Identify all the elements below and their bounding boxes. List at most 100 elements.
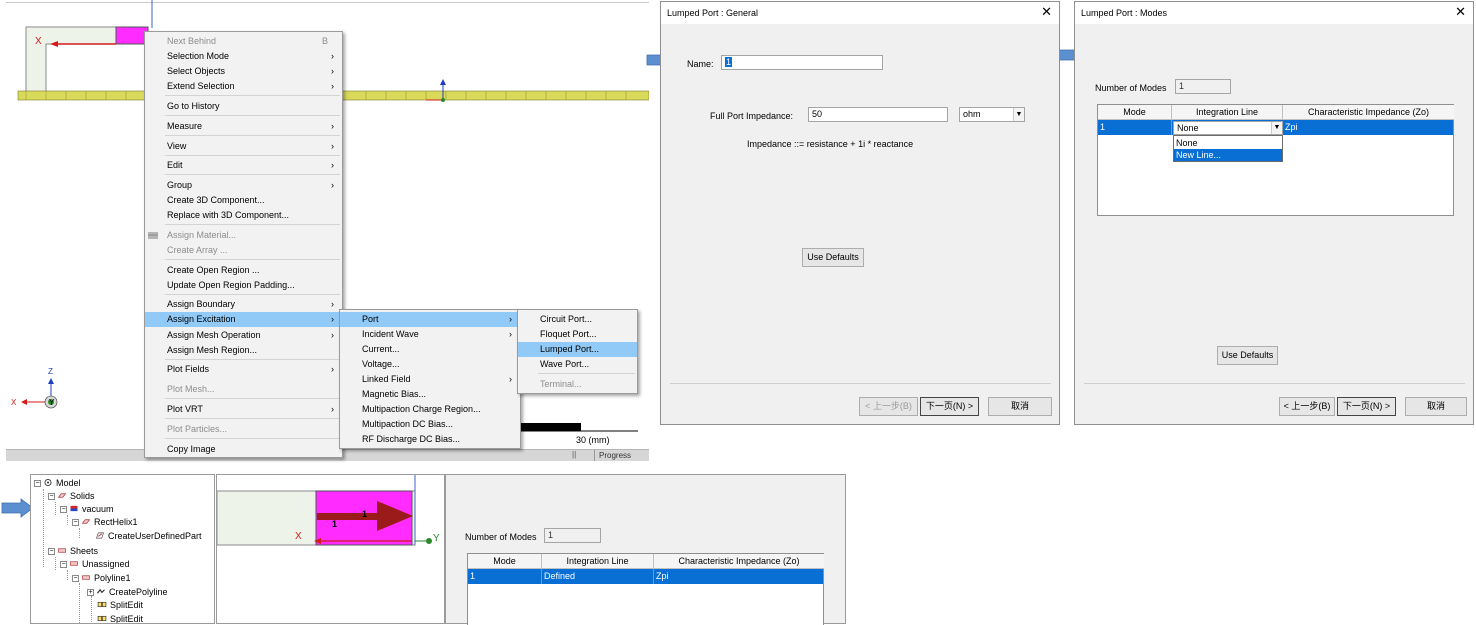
material-icon	[148, 232, 158, 239]
column-header-impedance[interactable]: Characteristic Impedance (Zo)	[1283, 105, 1454, 120]
menu-item-plot-fields[interactable]: Plot Fields ›	[145, 362, 342, 377]
submenu-arrow-icon: ›	[331, 51, 334, 61]
menu-item-create-array[interactable]: Create Array ...	[145, 243, 342, 258]
submenu-arrow-icon: ›	[509, 329, 512, 339]
menu-item-update-open-region-padding[interactable]: Update Open Region Padding...	[145, 278, 342, 293]
menu-item-assign-boundary[interactable]: Assign Boundary ›	[145, 297, 342, 312]
column-header-impedance[interactable]: Characteristic Impedance (Zo)	[654, 554, 824, 569]
menu-item-rf-discharge-dc-bias[interactable]: RF Discharge DC Bias...	[340, 432, 520, 447]
dropdown-arrow-icon[interactable]: ▼	[1013, 108, 1024, 121]
menu-item-current[interactable]: Current...	[340, 342, 520, 357]
use-defaults-button[interactable]: Use Defaults	[1217, 346, 1278, 365]
menu-item-multipaction-dc-bias[interactable]: Multipaction DC Bias...	[340, 417, 520, 432]
menu-item-create-open-region[interactable]: Create Open Region ...	[145, 263, 342, 278]
close-icon[interactable]: ✕	[1455, 5, 1466, 19]
menu-item-selection-mode[interactable]: Selection Mode ›	[145, 49, 342, 64]
menu-item-next-behind[interactable]: Next Behind B	[145, 34, 342, 49]
next-button[interactable]: 下一页(N) >	[1337, 397, 1396, 416]
close-icon[interactable]: ✕	[1041, 5, 1052, 19]
menu-item-floquet-port[interactable]: Floquet Port...	[518, 327, 637, 342]
menu-item-select-objects[interactable]: Select Objects ›	[145, 64, 342, 79]
column-header-integration-line[interactable]: Integration Line	[1172, 105, 1283, 120]
cancel-button[interactable]: 取消	[1405, 397, 1467, 416]
port-zoom-view[interactable]: 1 1 X Y	[216, 474, 445, 624]
menu-item-incident-wave[interactable]: Incident Wave ›	[340, 327, 520, 342]
menu-item-assign-mesh-region[interactable]: Assign Mesh Region...	[145, 343, 342, 358]
menu-item-view[interactable]: View ›	[145, 139, 342, 154]
menu-item-lumped-port[interactable]: Lumped Port...	[518, 342, 637, 357]
lumped-port-modes-dialog: Lumped Port : Modes ✕ Number of Modes 1 …	[1074, 1, 1474, 425]
menu-item-measure[interactable]: Measure ›	[145, 119, 342, 134]
tree-node-model[interactable]: − Model	[34, 477, 81, 490]
num-modes-input[interactable]: 1	[544, 528, 601, 543]
column-header-mode[interactable]: Mode	[1098, 105, 1172, 120]
menu-item-magnetic-bias[interactable]: Magnetic Bias...	[340, 387, 520, 402]
column-header-mode[interactable]: Mode	[468, 554, 542, 569]
lumped-port-general-dialog: Lumped Port : General ✕ Name: 1 Full Por…	[660, 1, 1060, 425]
zoom-port-label-left: 1	[332, 519, 337, 529]
menu-item-plot-vrt[interactable]: Plot VRT ›	[145, 402, 342, 417]
menu-item-go-to-history[interactable]: Go to History	[145, 99, 342, 114]
menu-item-wave-port[interactable]: Wave Port...	[518, 357, 637, 372]
menu-item-linked-field[interactable]: Linked Field ›	[340, 372, 520, 387]
tree-node-polyline1[interactable]: − Polyline1	[72, 572, 131, 585]
tree-node-createuserdefinedpart[interactable]: CreateUserDefinedPart	[95, 530, 202, 543]
menu-separator	[165, 95, 340, 96]
menu-item-create-3d-component[interactable]: Create 3D Component...	[145, 193, 342, 208]
menu-item-group[interactable]: Group ›	[145, 178, 342, 193]
menu-item-port[interactable]: Port ›	[340, 312, 520, 327]
menu-separator	[538, 373, 635, 374]
tree-node-createpolyline[interactable]: + CreatePolyline	[87, 586, 168, 599]
back-button[interactable]: < 上一步(B)	[859, 397, 918, 416]
menu-item-assign-mesh-operation[interactable]: Assign Mesh Operation ›	[145, 328, 342, 343]
menu-item-edit[interactable]: Edit ›	[145, 158, 342, 173]
dialog-title: Lumped Port : General	[667, 8, 759, 18]
menu-item-assign-excitation[interactable]: Assign Excitation ›	[145, 312, 342, 327]
menu-item-multipaction-charge-region[interactable]: Multipaction Charge Region...	[340, 402, 520, 417]
column-header-integration-line[interactable]: Integration Line	[542, 554, 654, 569]
impedance-input[interactable]: 50	[808, 107, 948, 122]
tree-node-sheets[interactable]: − Sheets	[48, 545, 98, 558]
progress-tab[interactable]: Progress	[594, 450, 631, 461]
next-button[interactable]: 下一页(N) >	[920, 397, 979, 416]
name-input[interactable]: 1	[721, 55, 883, 70]
view-axis-x-label: X	[35, 36, 42, 47]
dropdown-arrow-icon[interactable]: ▼	[1271, 122, 1282, 134]
menu-item-plot-mesh[interactable]: Plot Mesh...	[145, 382, 342, 397]
cell-impedance: Zpi	[656, 571, 669, 581]
tree-connector	[67, 515, 68, 525]
menu-item-assign-material[interactable]: Assign Material...	[145, 228, 342, 243]
menu-item-circuit-port[interactable]: Circuit Port...	[518, 312, 637, 327]
impedance-unit-select[interactable]: ohm ▼	[959, 107, 1025, 122]
integration-line-dropdown: None New Line...	[1173, 135, 1283, 162]
menu-item-plot-particles[interactable]: Plot Particles...	[145, 422, 342, 437]
dialog-divider	[1084, 383, 1465, 384]
scale-label: 30 (mm)	[576, 435, 610, 445]
menu-item-copy-image[interactable]: Copy Image	[145, 442, 342, 457]
integration-line-select[interactable]: None ▼	[1173, 121, 1283, 135]
cell-integration-line[interactable]: Defined	[542, 569, 654, 584]
port-geometry[interactable]: 1 1 X Y	[217, 475, 445, 624]
menu-item-voltage[interactable]: Voltage...	[340, 357, 520, 372]
tree-node-splitedit[interactable]: SplitEdit	[97, 613, 143, 623]
menu-item-replace-3d-component[interactable]: Replace with 3D Component...	[145, 208, 342, 223]
cancel-button[interactable]: 取消	[988, 397, 1052, 416]
back-button[interactable]: < 上一步(B)	[1279, 397, 1335, 416]
name-label: Name:	[687, 59, 714, 69]
collapse-icon: −	[48, 493, 55, 500]
cell-mode: 1	[468, 569, 542, 584]
submenu-arrow-icon: ›	[331, 404, 334, 414]
submenu-arrow-icon: ›	[331, 160, 334, 170]
submenu-arrow-icon: ›	[331, 299, 334, 309]
tree-node-vacuum[interactable]: − vacuum	[60, 503, 114, 516]
tree-node-splitedit[interactable]: SplitEdit	[97, 599, 143, 612]
tree-node-recthelix1[interactable]: − RectHelix1	[72, 516, 138, 529]
num-modes-input[interactable]: 1	[1175, 79, 1231, 94]
use-defaults-button[interactable]: Use Defaults	[802, 248, 864, 267]
tree-node-unassigned[interactable]: − Unassigned	[60, 558, 130, 571]
tree-node-solids[interactable]: − Solids	[48, 490, 95, 503]
dropdown-option-new-line[interactable]: New Line...	[1174, 149, 1282, 161]
menu-item-extend-selection[interactable]: Extend Selection ›	[145, 79, 342, 94]
dropdown-option-none[interactable]: None	[1174, 137, 1282, 149]
menu-item-terminal[interactable]: Terminal...	[518, 377, 637, 392]
